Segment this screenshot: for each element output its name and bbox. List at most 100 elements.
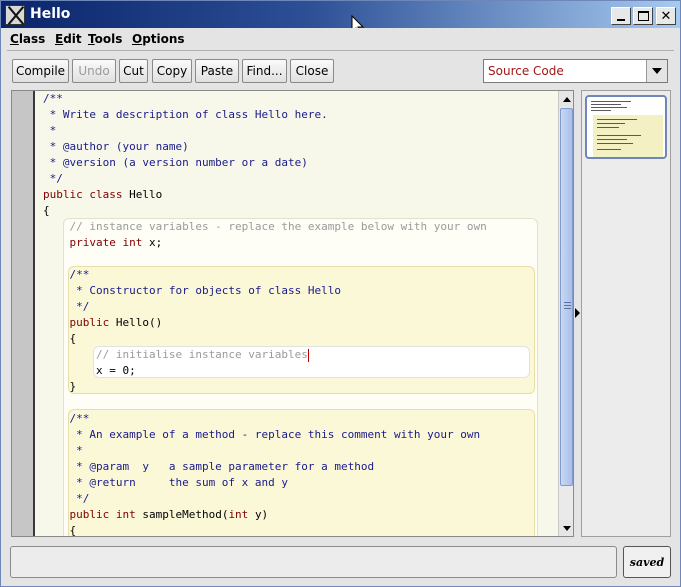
compile-button[interactable]: Compile <box>12 59 69 83</box>
code-line[interactable]: public int sampleMethod(int y) <box>43 507 487 523</box>
copy-button[interactable]: Copy <box>152 59 192 83</box>
paste-button[interactable]: Paste <box>195 59 239 83</box>
close-editor-button[interactable]: Close <box>290 59 334 83</box>
code-line[interactable]: */ <box>43 299 487 315</box>
scroll-down-icon <box>562 525 571 531</box>
minimize-icon <box>617 19 625 21</box>
code-line[interactable]: * Write a description of class Hello her… <box>43 107 487 123</box>
code-line[interactable]: */ <box>43 171 487 187</box>
code-line[interactable]: /** <box>43 267 487 283</box>
scroll-grip-icon <box>564 302 571 309</box>
code-token: x = 0; <box>43 364 136 377</box>
thumbnail-line <box>597 149 621 150</box>
scrollbar-thumb[interactable] <box>560 108 573 486</box>
code-token: * Write a description of class Hello her… <box>43 108 328 121</box>
code-token: * Constructor for objects of class Hello <box>43 284 342 297</box>
menu-class[interactable]: Class <box>10 32 45 46</box>
expand-panel-icon[interactable] <box>575 308 580 318</box>
bluej-app-icon[interactable] <box>5 5 25 25</box>
code-token: public class <box>43 188 130 201</box>
code-line[interactable]: { <box>43 523 487 536</box>
code-token: * @version (a version number or a date) <box>43 156 308 169</box>
find-button[interactable]: Find... <box>242 59 287 83</box>
code-line[interactable]: public Hello() <box>43 315 487 331</box>
view-selector-value: Source Code <box>488 64 564 78</box>
maximize-button[interactable] <box>633 7 653 25</box>
code-token: * An example of a method - replace this … <box>43 428 481 441</box>
scroll-up-icon <box>562 96 571 102</box>
code-line[interactable]: * @return the sum of x and y <box>43 475 487 491</box>
close-icon: ✕ <box>660 8 672 24</box>
chevron-down-icon <box>652 68 662 74</box>
code-token: // initialise instance variables <box>43 348 308 361</box>
view-selector-dropdown-button[interactable] <box>646 60 667 82</box>
code-line[interactable]: * @author (your name) <box>43 139 487 155</box>
source-editor: /** * Write a description of class Hello… <box>11 90 574 537</box>
minimize-button[interactable] <box>611 7 631 25</box>
code-token: Hello <box>129 188 163 201</box>
source-code[interactable]: /** * Write a description of class Hello… <box>43 91 487 536</box>
code-token: sampleMethod( <box>142 508 229 521</box>
code-line[interactable]: * Constructor for objects of class Hello <box>43 283 487 299</box>
code-token: /** <box>43 92 63 105</box>
code-line[interactable]: { <box>43 331 487 347</box>
view-selector[interactable]: Source Code <box>483 59 668 83</box>
cut-button[interactable]: Cut <box>119 59 148 83</box>
code-line[interactable]: // initialise instance variables <box>43 347 487 363</box>
code-token: * <box>43 124 57 137</box>
code-line[interactable]: * <box>43 123 487 139</box>
code-line[interactable]: /** <box>43 91 487 107</box>
maximize-icon <box>637 11 649 21</box>
menu-options[interactable]: Options <box>132 32 185 46</box>
code-line[interactable]: * <box>43 443 487 459</box>
scroll-down-button[interactable] <box>559 520 573 536</box>
code-line[interactable]: x = 0; <box>43 363 487 379</box>
menu-tools[interactable]: Tools <box>88 32 122 46</box>
code-line[interactable]: // instance variables - replace the exam… <box>43 219 487 235</box>
scroll-up-button[interactable] <box>559 91 573 107</box>
code-token: int <box>228 508 255 521</box>
code-token: x; <box>148 236 163 249</box>
code-token: * @author (your name) <box>43 140 189 153</box>
code-token: Hello() <box>115 316 163 329</box>
code-token: */ <box>43 492 90 505</box>
code-token: private int <box>43 236 149 249</box>
line-gutter[interactable] <box>12 91 33 536</box>
thumbnail-line <box>591 110 611 111</box>
thumbnail-line <box>597 135 641 136</box>
thumbnail-method-region <box>593 115 663 157</box>
menu-bar: Class Edit Tools Options <box>1 28 680 50</box>
code-text-area[interactable]: /** * Write a description of class Hello… <box>35 91 558 536</box>
code-line[interactable] <box>43 251 487 267</box>
undo-button[interactable]: Undo <box>72 59 116 83</box>
thumbnail-line <box>597 127 619 128</box>
code-token: { <box>43 332 77 345</box>
code-line[interactable]: * @param y a sample parameter for a meth… <box>43 459 487 475</box>
code-line[interactable]: } <box>43 379 487 395</box>
code-token: * <box>43 444 83 457</box>
close-window-button[interactable]: ✕ <box>656 7 676 25</box>
code-line[interactable]: private int x; <box>43 235 487 251</box>
text-caret <box>307 348 309 362</box>
thumbnail-line <box>591 101 631 102</box>
code-line[interactable]: public class Hello <box>43 187 487 203</box>
menu-edit[interactable]: Edit <box>55 32 82 46</box>
code-line[interactable]: /** <box>43 411 487 427</box>
status-message-area <box>10 546 617 578</box>
code-token: { <box>43 524 77 536</box>
code-line[interactable]: */ <box>43 491 487 507</box>
vertical-scrollbar[interactable] <box>558 91 573 536</box>
code-line[interactable] <box>43 395 487 411</box>
thumbnail-line <box>591 107 627 108</box>
saved-status-badge: saved <box>623 546 671 578</box>
code-line[interactable]: * @version (a version number or a date) <box>43 155 487 171</box>
code-line[interactable]: { <box>43 203 487 219</box>
code-line[interactable]: * An example of a method - replace this … <box>43 427 487 443</box>
menu-divider <box>7 50 674 51</box>
code-token: */ <box>43 300 90 313</box>
code-token: * @return the sum of x and y <box>43 476 289 489</box>
code-token: // instance variables - replace the exam… <box>43 220 487 233</box>
title-bar[interactable]: Hello ✕ <box>1 1 680 28</box>
code-overview-thumbnail[interactable] <box>585 95 667 159</box>
code-token: /** <box>43 268 90 281</box>
